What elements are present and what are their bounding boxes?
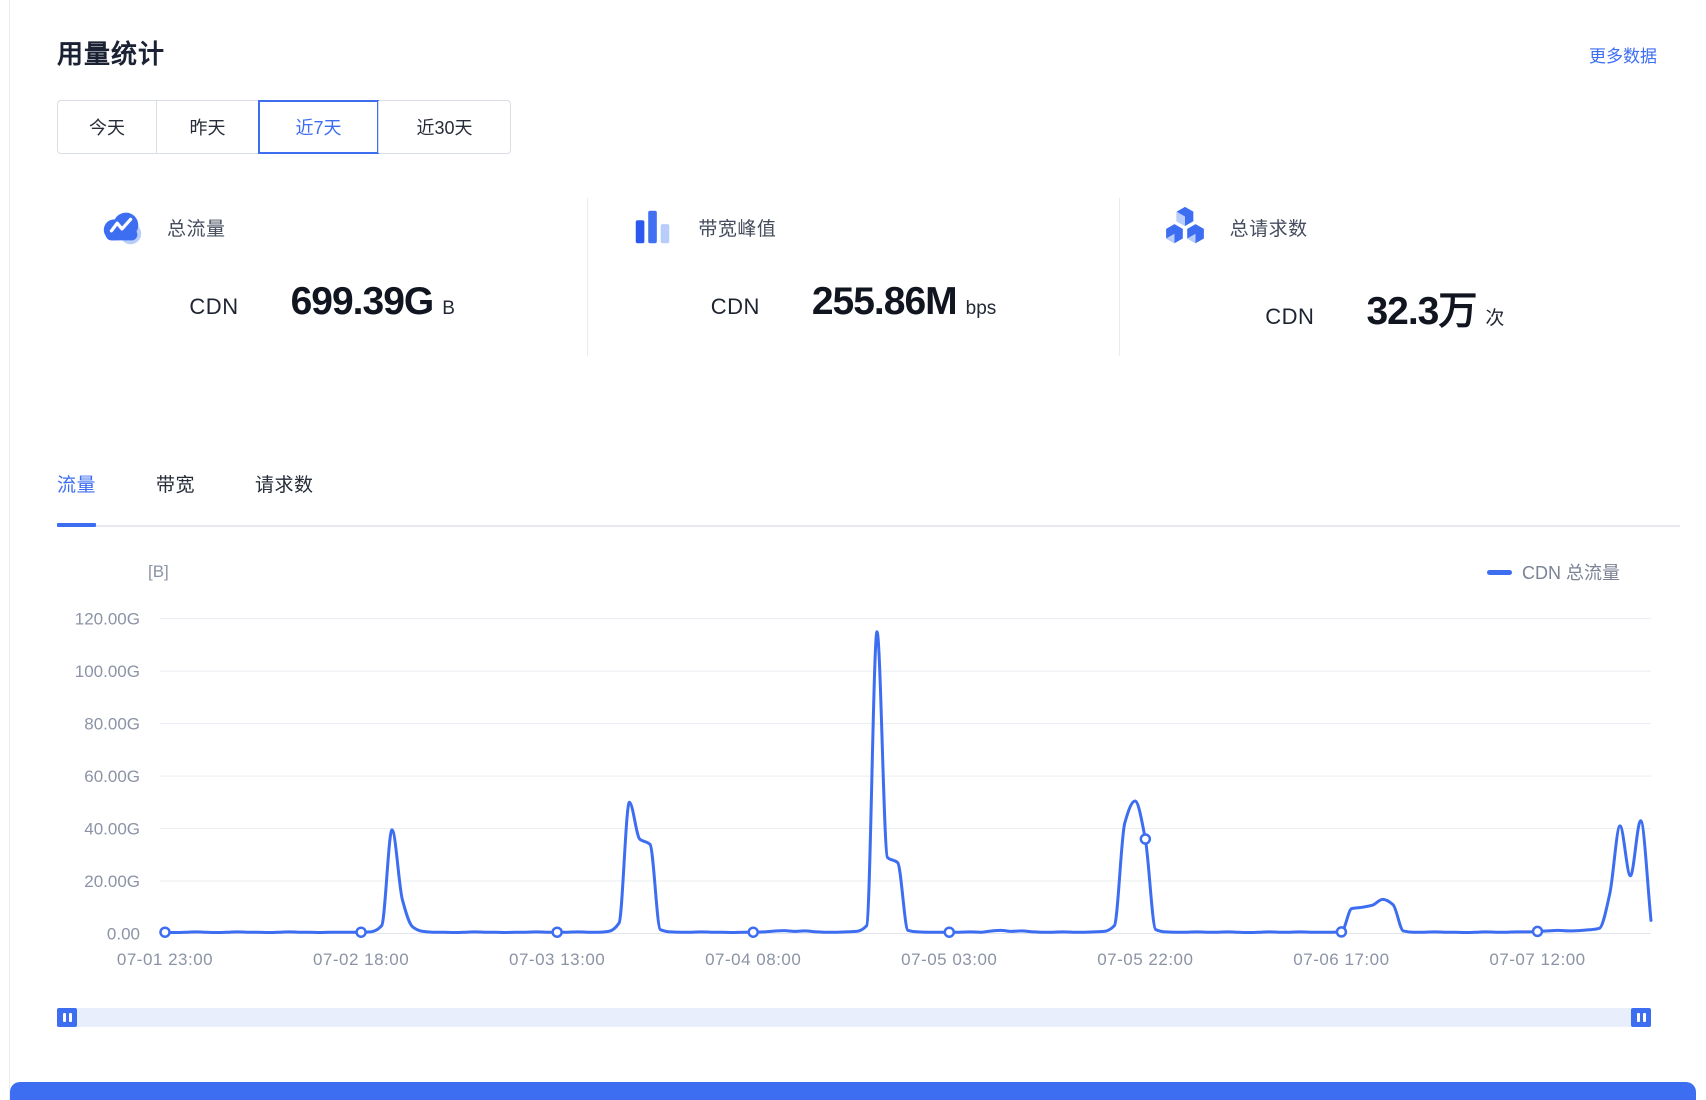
stat-value-row: CDN 32.3万 次: [1120, 280, 1650, 336]
svg-text:07-06 17:00: 07-06 17:00: [1293, 950, 1389, 969]
stat-unit: 次: [1485, 303, 1504, 330]
stat-card-header: 总请求数: [1162, 204, 1650, 250]
datazoom-slider-track[interactable]: [57, 1008, 1651, 1027]
range-tab-last-30-days[interactable]: 近30天: [378, 101, 510, 153]
svg-text:07-01 23:00: 07-01 23:00: [117, 950, 213, 969]
stat-value-row: CDN 255.86M bps: [588, 280, 1118, 324]
stat-value: 32.3万: [1366, 280, 1476, 336]
chart-tab-requests[interactable]: 请求数: [255, 472, 314, 500]
chart-tab-bandwidth[interactable]: 带宽: [156, 472, 195, 500]
stat-card-peak-bandwidth: 带宽峰值 CDN 255.86M bps: [587, 198, 1118, 356]
stat-label: 总请求数: [1230, 214, 1308, 241]
stat-label: 带宽峰值: [698, 214, 776, 241]
range-tab-yesterday[interactable]: 昨天: [156, 101, 258, 153]
svg-text:40.00G: 40.00G: [84, 820, 140, 839]
bandwidth-bars-icon: [630, 204, 676, 250]
svg-text:120.00G: 120.00G: [75, 610, 140, 629]
svg-text:80.00G: 80.00G: [84, 715, 140, 734]
stat-unit: bps: [966, 298, 997, 320]
svg-text:20.00G: 20.00G: [84, 872, 140, 891]
stat-card-total-requests: 总请求数 CDN 32.3万 次: [1119, 198, 1650, 356]
stat-value: 255.86M: [812, 280, 957, 324]
pause-icon: [69, 1013, 72, 1022]
cloud-traffic-icon: [99, 204, 145, 250]
chart-metric-tabs: 流量 带宽 请求数: [57, 472, 1680, 527]
stat-card-total-traffic: 总流量 CDN 699.39G B: [57, 198, 587, 356]
requests-cubes-icon: [1162, 204, 1208, 250]
page-title: 用量统计: [57, 34, 165, 71]
svg-text:100.00G: 100.00G: [75, 662, 140, 681]
svg-text:60.00G: 60.00G: [84, 767, 140, 786]
svg-text:07-04 08:00: 07-04 08:00: [705, 950, 801, 969]
stat-value: 699.39G: [291, 280, 434, 324]
stat-label: 总流量: [167, 214, 226, 241]
pause-icon: [1637, 1013, 1640, 1022]
svg-text:07-05 22:00: 07-05 22:00: [1097, 950, 1193, 969]
datazoom-left-handle[interactable]: [57, 1008, 77, 1027]
usage-statistics-panel: 用量统计 更多数据 今天 昨天 近7天 近30天 总流量 CDN 699.39G: [0, 0, 1706, 1100]
stat-product: CDN: [1265, 304, 1314, 330]
stats-row: 总流量 CDN 699.39G B 带宽峰值 CDN 255.86M bps: [57, 198, 1650, 356]
stat-value-row: CDN 699.39G B: [57, 280, 587, 324]
pause-icon: [63, 1013, 66, 1022]
svg-text:07-03 13:00: 07-03 13:00: [509, 950, 605, 969]
chart-tab-traffic[interactable]: 流量: [57, 472, 96, 500]
bottom-blue-bar: [10, 1082, 1696, 1100]
stat-unit: B: [442, 298, 455, 320]
stat-product: CDN: [711, 294, 760, 320]
more-data-link[interactable]: 更多数据: [1589, 42, 1657, 67]
svg-text:07-02 18:00: 07-02 18:00: [313, 950, 409, 969]
pause-icon: [1643, 1013, 1646, 1022]
svg-text:07-05 03:00: 07-05 03:00: [901, 950, 997, 969]
svg-text:0.00: 0.00: [107, 925, 140, 944]
stat-card-header: 总流量: [99, 204, 587, 250]
stat-card-header: 带宽峰值: [630, 204, 1118, 250]
date-range-tabs: 今天 昨天 近7天 近30天: [57, 100, 511, 154]
range-tab-last-7-days[interactable]: 近7天: [258, 101, 378, 153]
range-tab-today[interactable]: 今天: [58, 101, 156, 153]
usage-line-chart[interactable]: 120.00G 100.00G 80.00G 60.00G 40.00G 20.00G 0.…: [0, 545, 1706, 995]
datazoom-right-handle[interactable]: [1631, 1008, 1651, 1027]
stat-product: CDN: [189, 294, 238, 320]
svg-text:07-07 12:00: 07-07 12:00: [1489, 950, 1585, 969]
